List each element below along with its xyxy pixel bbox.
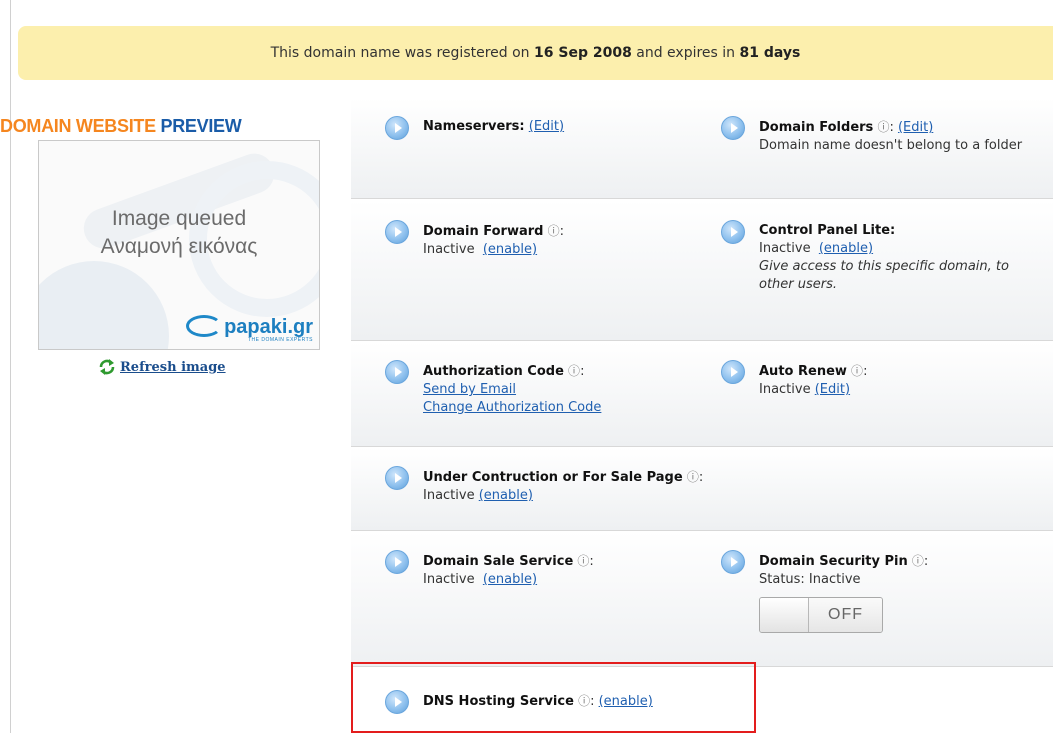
domain-folders-edit-link[interactable]: (Edit) bbox=[898, 120, 933, 135]
watermark-shape bbox=[39, 261, 169, 349]
domain-folders-description: Domain name doesn't belong to a folder bbox=[759, 138, 1023, 153]
panel-dns-hosting: DNS Hosting Service ⓘ: (enable) bbox=[351, 668, 1053, 733]
info-icon[interactable]: ⓘ bbox=[578, 694, 590, 708]
expiry-days: 81 days bbox=[739, 45, 801, 61]
auto-renew-edit-link[interactable]: (Edit) bbox=[815, 382, 850, 397]
domain-forward-label: Domain Forward bbox=[423, 224, 544, 239]
toggle-knob[interactable] bbox=[760, 598, 809, 632]
under-construction-item: Under Contruction or For Sale Page ⓘ: In… bbox=[385, 466, 703, 505]
security-pin-item: Domain Security Pin ⓘ: Status: Inactive … bbox=[721, 550, 928, 638]
send-by-email-link[interactable]: Send by Email bbox=[423, 382, 516, 397]
dns-hosting-enable-link[interactable]: (enable) bbox=[599, 694, 653, 709]
info-icon[interactable]: ⓘ bbox=[912, 554, 924, 568]
registration-banner: This domain name was registered on 16 Se… bbox=[18, 26, 1053, 80]
expand-arrow-icon[interactable] bbox=[385, 466, 409, 490]
dns-hosting-item: DNS Hosting Service ⓘ: (enable) bbox=[385, 690, 653, 714]
panel-forward-cplite: Domain Forward ⓘ: Inactive (enable) Cont… bbox=[351, 200, 1053, 341]
authorization-code-label: Authorization Code bbox=[423, 364, 564, 379]
domain-sale-item: Domain Sale Service ⓘ: Inactive (enable) bbox=[385, 550, 594, 589]
domain-forward-enable-link[interactable]: (enable) bbox=[483, 242, 537, 257]
expand-arrow-icon[interactable] bbox=[721, 550, 745, 574]
panel-authcode-autorenew: Authorization Code ⓘ: Send by Email Chan… bbox=[351, 342, 1053, 447]
expand-arrow-icon[interactable] bbox=[721, 360, 745, 384]
domain-forward-status: Inactive bbox=[423, 242, 475, 257]
preview-title-part2: PREVIEW bbox=[160, 116, 242, 136]
control-panel-lite-enable-link[interactable]: (enable) bbox=[819, 241, 873, 256]
authorization-code-item: Authorization Code ⓘ: Send by Email Chan… bbox=[385, 360, 601, 417]
nameservers-label: Nameservers: bbox=[423, 119, 525, 134]
domain-folders-label: Domain Folders bbox=[759, 120, 874, 135]
info-icon[interactable]: ⓘ bbox=[851, 364, 863, 378]
panel-under-construction: Under Contruction or For Sale Page ⓘ: In… bbox=[351, 448, 1053, 531]
domain-folders-item: Domain Folders ⓘ: (Edit) Domain name doe… bbox=[721, 116, 1053, 155]
expand-arrow-icon[interactable] bbox=[385, 550, 409, 574]
panel-nameservers-folders: Nameservers: (Edit) Domain Folders ⓘ: (E… bbox=[351, 98, 1053, 199]
nameservers-edit-link[interactable]: (Edit) bbox=[529, 119, 564, 134]
left-divider bbox=[10, 0, 11, 733]
banner-prefix: This domain name was registered on bbox=[270, 45, 530, 61]
domain-sale-label: Domain Sale Service bbox=[423, 554, 574, 569]
domain-forward-item: Domain Forward ⓘ: Inactive (enable) bbox=[385, 220, 564, 259]
expand-arrow-icon[interactable] bbox=[385, 116, 409, 140]
refresh-icon bbox=[98, 358, 116, 376]
control-panel-lite-note: Give access to this specific domain, to … bbox=[759, 259, 1009, 292]
under-construction-enable-link[interactable]: (enable) bbox=[479, 488, 533, 503]
expand-arrow-icon[interactable] bbox=[385, 360, 409, 384]
dns-hosting-label: DNS Hosting Service bbox=[423, 694, 574, 709]
security-pin-toggle[interactable]: OFF bbox=[759, 597, 883, 633]
logo-text: papaki.gr bbox=[224, 316, 313, 338]
domain-sale-enable-link[interactable]: (enable) bbox=[483, 572, 537, 587]
control-panel-lite-item: Control Panel Lite: Inactive (enable) Gi… bbox=[721, 220, 1009, 294]
panel-sale-securitypin: Domain Sale Service ⓘ: Inactive (enable)… bbox=[351, 532, 1053, 667]
auto-renew-label: Auto Renew bbox=[759, 364, 847, 379]
change-authorization-code-link[interactable]: Change Authorization Code bbox=[423, 400, 601, 415]
refresh-image-label[interactable]: Refresh image bbox=[120, 360, 226, 375]
preview-title-part1: DOMAIN WEBSITE bbox=[0, 116, 156, 136]
expand-arrow-icon[interactable] bbox=[385, 220, 409, 244]
registration-date: 16 Sep 2008 bbox=[534, 45, 632, 61]
under-construction-status: Inactive bbox=[423, 488, 475, 503]
banner-middle: and expires in bbox=[636, 45, 736, 61]
website-preview-image: Image queued Αναμονή εικόνας papaki.gr T… bbox=[38, 140, 320, 350]
preview-status-english: Image queued bbox=[111, 207, 247, 230]
domain-sale-status: Inactive bbox=[423, 572, 475, 587]
auto-renew-item: Auto Renew ⓘ: Inactive (Edit) bbox=[721, 360, 867, 399]
expand-arrow-icon[interactable] bbox=[721, 116, 745, 140]
logo-tagline: THE DOMAIN EXPERTS bbox=[247, 337, 313, 343]
info-icon[interactable]: ⓘ bbox=[577, 554, 589, 568]
info-icon[interactable]: ⓘ bbox=[568, 364, 580, 378]
info-icon[interactable]: ⓘ bbox=[548, 224, 560, 238]
papaki-logo: papaki.gr THE DOMAIN EXPERTS bbox=[186, 315, 313, 343]
info-icon[interactable]: ⓘ bbox=[687, 470, 699, 484]
expand-arrow-icon[interactable] bbox=[721, 220, 745, 244]
logo-swirl-icon bbox=[186, 315, 223, 337]
security-pin-status: Status: Inactive bbox=[759, 572, 861, 587]
refresh-image-link[interactable]: Refresh image bbox=[98, 358, 226, 376]
preview-title: DOMAIN WEBSITE PREVIEW bbox=[0, 116, 242, 137]
security-pin-label: Domain Security Pin bbox=[759, 554, 908, 569]
control-panel-lite-status: Inactive bbox=[759, 241, 811, 256]
info-icon[interactable]: ⓘ bbox=[877, 120, 889, 134]
auto-renew-status: Inactive bbox=[759, 382, 811, 397]
under-construction-label: Under Contruction or For Sale Page bbox=[423, 470, 683, 485]
toggle-label: OFF bbox=[809, 598, 882, 632]
control-panel-lite-label: Control Panel Lite: bbox=[759, 223, 896, 238]
preview-status-greek: Αναμονή εικόνας bbox=[100, 235, 258, 258]
nameservers-item: Nameservers: (Edit) bbox=[385, 116, 564, 140]
expand-arrow-icon[interactable] bbox=[385, 690, 409, 714]
